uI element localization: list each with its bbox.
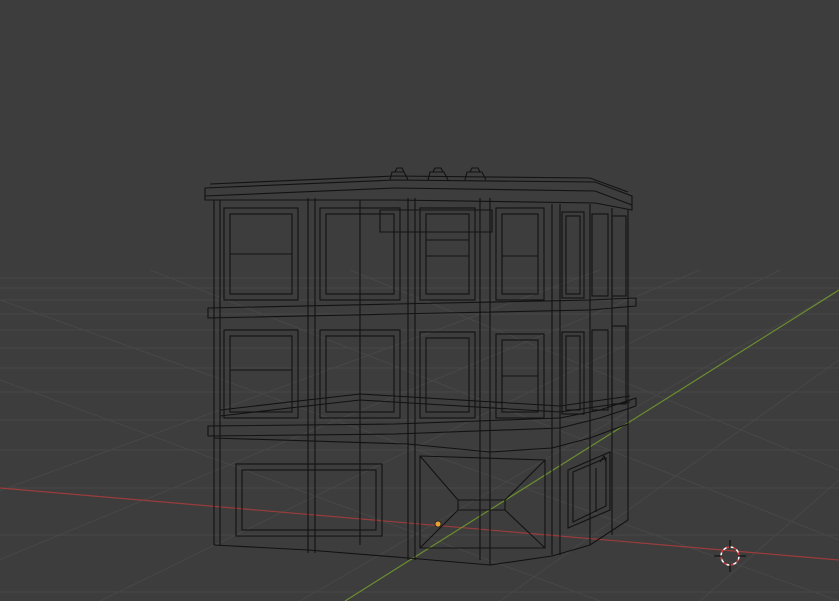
origin-dot-icon[interactable] — [434, 520, 442, 528]
3d-viewport[interactable] — [0, 0, 839, 601]
3d-cursor-icon[interactable] — [714, 540, 746, 572]
viewport-scene[interactable] — [0, 0, 839, 601]
floor-grid — [0, 269, 839, 601]
